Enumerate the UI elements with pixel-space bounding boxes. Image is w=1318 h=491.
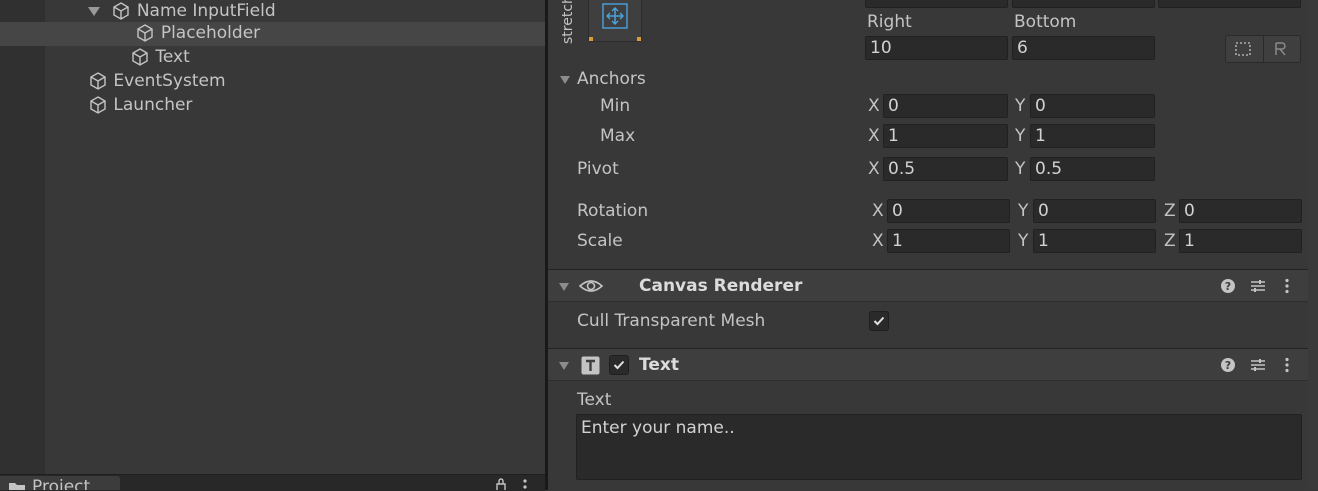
axis-y-label: Y: [1015, 126, 1026, 146]
scale-z-field[interactable]: 1: [1179, 229, 1302, 253]
hierarchy-item-text[interactable]: Text: [130, 46, 545, 70]
text-component-enabled-checkbox[interactable]: [609, 355, 629, 375]
kebab-menu-icon[interactable]: [522, 478, 528, 490]
pivot-y-field[interactable]: 0.5: [1030, 157, 1155, 181]
axis-x-label: X: [872, 231, 884, 251]
cube-icon: [113, 2, 130, 20]
posz-field[interactable]: [1158, 0, 1301, 8]
anchors-label[interactable]: Anchors: [577, 69, 646, 89]
eye-icon: [578, 280, 604, 292]
checkmark-icon: [613, 360, 625, 370]
bottom-field[interactable]: 6: [1012, 36, 1155, 60]
scale-y-field[interactable]: 1: [1033, 229, 1156, 253]
hierarchy-item-label: EventSystem: [113, 71, 226, 91]
top-field[interactable]: [1012, 0, 1155, 8]
hierarchy-item-label: Text: [155, 47, 190, 67]
anchor-max-x-field[interactable]: 1: [883, 124, 1008, 148]
rotation-y-field[interactable]: 0: [1033, 199, 1156, 223]
presets-icon[interactable]: [1250, 357, 1266, 373]
anchor-preset-button[interactable]: [588, 0, 642, 42]
text-property-label: Text: [577, 390, 612, 410]
axis-x-label: X: [868, 159, 880, 179]
anchors-foldout-arrow-icon[interactable]: [560, 76, 570, 84]
axis-y-label: Y: [1018, 201, 1029, 221]
right-label: Right: [867, 12, 912, 32]
right-field[interactable]: 10: [865, 36, 1008, 60]
hierarchy-item-name-inputfield[interactable]: Name InputField: [88, 0, 545, 24]
checkmark-icon: [873, 316, 885, 326]
text-component-foldout-arrow-icon[interactable]: [559, 362, 569, 370]
axis-y-label: Y: [1018, 231, 1029, 251]
anchor-min-y-field[interactable]: 0: [1030, 94, 1155, 118]
help-icon[interactable]: ?: [1220, 357, 1236, 373]
hierarchy-item-launcher[interactable]: Launcher: [88, 94, 545, 118]
pivot-label: Pivot: [577, 159, 619, 179]
hierarchy-item-eventsystem[interactable]: EventSystem: [88, 70, 545, 94]
axis-y-label: Y: [1015, 159, 1026, 179]
inspector-scrollbar[interactable]: [1308, 0, 1318, 490]
help-icon[interactable]: ?: [1220, 278, 1236, 294]
svg-text:?: ?: [1225, 359, 1231, 372]
anchor-max-y-field[interactable]: 1: [1030, 124, 1155, 148]
rotation-z-field[interactable]: 0: [1179, 199, 1302, 223]
hierarchy-gutter: [0, 0, 45, 490]
cube-icon: [90, 96, 106, 114]
axis-z-label: Z: [1164, 231, 1176, 251]
scale-label: Scale: [577, 231, 623, 251]
hierarchy-item-label: Launcher: [113, 95, 193, 115]
anchor-min-label: Min: [600, 96, 631, 116]
cube-icon: [137, 24, 154, 42]
edit-mode-button-group: [1225, 35, 1301, 63]
folder-icon: [9, 483, 25, 490]
tab-project[interactable]: Project: [0, 476, 120, 490]
raw-edit-icon[interactable]: [1272, 41, 1290, 57]
kebab-menu-icon[interactable]: [1284, 278, 1290, 294]
axis-x-label: X: [872, 201, 884, 221]
anchor-min-x-field[interactable]: 0: [883, 94, 1008, 118]
left-field[interactable]: [865, 0, 1008, 8]
blueprint-mode-icon[interactable]: [1234, 41, 1252, 57]
hierarchy-item-label: Name InputField: [136, 1, 276, 21]
hierarchy-item-placeholder[interactable]: Placeholder: [0, 22, 545, 46]
kebab-menu-icon[interactable]: [1284, 357, 1290, 373]
axis-x-label: X: [868, 126, 880, 146]
hierarchy-item-label: Placeholder: [160, 23, 261, 43]
pivot-x-field[interactable]: 0.5: [883, 157, 1008, 181]
text-t-icon: [581, 356, 600, 375]
axis-x-label: X: [868, 96, 880, 116]
anchor-stretch-icon: [602, 3, 628, 29]
rotation-x-field[interactable]: 0: [887, 199, 1010, 223]
expand-arrow-icon[interactable]: [88, 6, 100, 16]
rotation-label: Rotation: [577, 201, 649, 221]
cull-transparent-mesh-label: Cull Transparent Mesh: [577, 311, 766, 331]
canvas-renderer-foldout-arrow-icon[interactable]: [559, 283, 569, 291]
tab-project-label: Project: [32, 477, 91, 490]
cull-transparent-mesh-checkbox[interactable]: [869, 311, 889, 331]
bottom-label: Bottom: [1014, 12, 1077, 32]
axis-z-label: Z: [1164, 201, 1176, 221]
anchor-preset-label-box: stretch: [562, 0, 578, 44]
anchor-preset-label: stretch: [562, 0, 576, 44]
axis-y-label: Y: [1015, 96, 1026, 116]
text-value-textarea[interactable]: Enter your name..: [576, 414, 1302, 480]
anchor-max-label: Max: [600, 126, 636, 146]
lock-icon[interactable]: [494, 478, 508, 490]
svg-text:?: ?: [1225, 280, 1231, 293]
presets-icon[interactable]: [1250, 278, 1266, 294]
cube-icon: [90, 72, 106, 90]
text-component-title: Text: [639, 355, 679, 375]
cube-icon: [132, 48, 148, 66]
canvas-renderer-title: Canvas Renderer: [639, 276, 803, 296]
scale-x-field[interactable]: 1: [887, 229, 1010, 253]
